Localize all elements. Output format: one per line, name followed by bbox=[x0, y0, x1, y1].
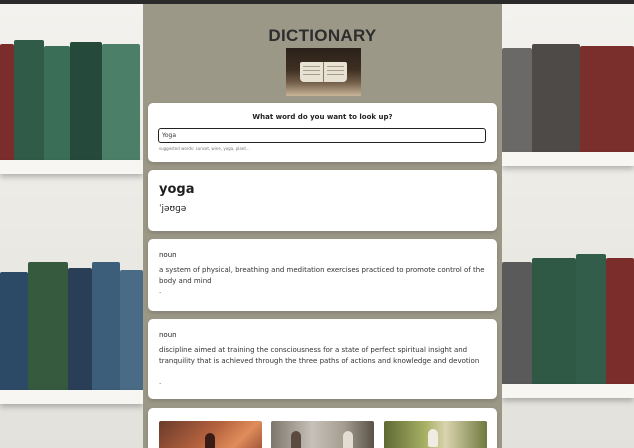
book bbox=[580, 46, 634, 154]
word-heading: yoga bbox=[159, 182, 195, 197]
shelf bbox=[502, 152, 634, 166]
book bbox=[120, 270, 143, 392]
book-spine bbox=[323, 62, 324, 82]
person-silhouette bbox=[343, 431, 353, 448]
part-of-speech: noun bbox=[159, 331, 177, 339]
shelf bbox=[502, 384, 634, 398]
meaning-card: noun a system of physical, breathing and… bbox=[148, 239, 497, 311]
meaning-card: noun discipline aimed at training the co… bbox=[148, 319, 497, 399]
photos-card bbox=[148, 408, 497, 448]
book bbox=[28, 262, 68, 392]
shelf bbox=[0, 390, 143, 404]
book bbox=[14, 40, 44, 162]
yoga-photo[interactable] bbox=[159, 421, 262, 448]
book bbox=[0, 44, 14, 162]
book bbox=[502, 48, 532, 154]
book bbox=[92, 262, 120, 392]
person-silhouette bbox=[291, 431, 301, 448]
part-of-speech: noun bbox=[159, 251, 177, 259]
phonetic-text: ˈjəʊɡə bbox=[159, 204, 187, 214]
person-silhouette bbox=[428, 429, 438, 447]
yoga-photo[interactable] bbox=[271, 421, 374, 448]
text-line bbox=[327, 74, 344, 75]
shelf bbox=[0, 160, 143, 174]
book bbox=[576, 254, 606, 386]
definition-bullet: . bbox=[159, 378, 162, 386]
word-card: yoga ˈjəʊɡə bbox=[148, 170, 497, 231]
book bbox=[0, 272, 28, 392]
definition-text: a system of physical, breathing and medi… bbox=[159, 266, 485, 285]
book bbox=[606, 258, 634, 386]
person-silhouette bbox=[205, 433, 215, 448]
text-line bbox=[327, 70, 344, 71]
book bbox=[70, 42, 102, 162]
dictionary-page: DICTIONARY What word do you want to look… bbox=[143, 4, 502, 448]
book bbox=[532, 258, 576, 386]
definition-text: discipline aimed at training the conscio… bbox=[159, 346, 480, 365]
search-hint: suggested words: sunset, wine, yoga, pla… bbox=[159, 146, 250, 151]
text-line bbox=[303, 70, 320, 71]
book bbox=[532, 44, 580, 154]
search-input[interactable] bbox=[158, 128, 486, 143]
search-card: What word do you want to look up? sugges… bbox=[148, 103, 497, 162]
book bbox=[502, 262, 532, 386]
text-line bbox=[303, 66, 320, 67]
book bbox=[44, 46, 70, 162]
search-prompt: What word do you want to look up? bbox=[252, 113, 393, 121]
definition-bullet: . bbox=[159, 287, 162, 295]
book bbox=[102, 44, 140, 162]
page-title: DICTIONARY bbox=[268, 26, 377, 45]
book-image bbox=[286, 48, 361, 96]
yoga-photo[interactable] bbox=[384, 421, 487, 448]
text-line bbox=[327, 66, 344, 67]
text-line bbox=[303, 74, 320, 75]
book bbox=[68, 268, 92, 392]
